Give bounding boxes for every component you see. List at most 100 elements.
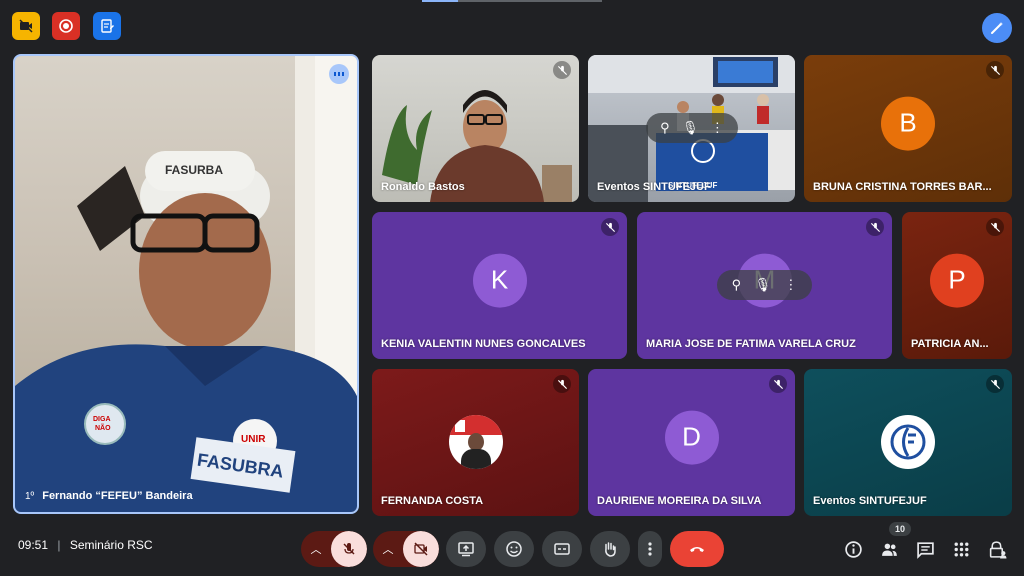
meeting-time: 09:51 bbox=[18, 538, 49, 552]
participant-name: Ronaldo Bastos bbox=[381, 181, 465, 193]
notes-badge[interactable] bbox=[93, 12, 121, 40]
recording-badge[interactable] bbox=[52, 12, 80, 40]
svg-text:FASURBA: FASURBA bbox=[165, 163, 223, 177]
pin-icon: 1º bbox=[25, 490, 35, 502]
mic-off-icon bbox=[990, 379, 1000, 389]
pin-icon[interactable]: ⚲ bbox=[732, 277, 742, 293]
microphone-toggle-button[interactable] bbox=[331, 531, 367, 567]
no-camera-icon bbox=[19, 19, 33, 33]
avatar: K bbox=[472, 253, 527, 308]
mic-off-icon bbox=[557, 379, 567, 389]
participant-name: MARIA JOSE DE FATIMA VARELA CRUZ bbox=[646, 338, 856, 350]
svg-text:UNIR: UNIR bbox=[241, 434, 266, 445]
meeting-name: Seminário RSC bbox=[69, 538, 153, 552]
magic-wand-icon bbox=[991, 22, 1003, 34]
avatar: P bbox=[930, 253, 984, 308]
mic-off-icon bbox=[773, 379, 783, 389]
notes-icon bbox=[101, 19, 114, 33]
activities-button[interactable] bbox=[946, 534, 976, 564]
participant-count-badge: 10 bbox=[889, 522, 911, 536]
host-controls-button[interactable] bbox=[982, 534, 1012, 564]
more-options-icon[interactable]: ⋮ bbox=[784, 277, 797, 293]
pin-icon[interactable]: ⚲ bbox=[660, 120, 670, 136]
participant-tile[interactable]: P PATRICIA AN... bbox=[902, 212, 1012, 359]
participant-tile[interactable]: Eventos SINTUFEJUF bbox=[804, 369, 1012, 516]
recording-icon bbox=[59, 19, 73, 33]
more-options-icon[interactable]: ⋮ bbox=[711, 120, 724, 136]
camera-off-badge[interactable] bbox=[12, 12, 40, 40]
lock-person-icon bbox=[989, 540, 1006, 558]
people-icon bbox=[881, 543, 897, 556]
hang-up-icon bbox=[690, 547, 704, 552]
avatar: B bbox=[881, 96, 935, 151]
camera-toggle-button[interactable] bbox=[403, 531, 439, 567]
tile-hover-controls[interactable]: ⚲ 🎙 ⋮ bbox=[717, 270, 812, 300]
reactions-button[interactable] bbox=[494, 531, 534, 567]
presenter-tile[interactable]: FASURBA DIGA NÃO UNIR FASUBRA 1º Fernand… bbox=[13, 54, 359, 514]
mic-off-indicator bbox=[986, 218, 1004, 236]
participant-tile[interactable]: K KENIA VALENTIN NUNES GONCALVES bbox=[372, 212, 627, 359]
mic-icon[interactable]: 🎙 bbox=[682, 120, 699, 136]
participant-name: BRUNA CRISTINA TORRES BAR... bbox=[813, 181, 992, 193]
mic-off-indicator bbox=[601, 218, 619, 236]
participant-tile[interactable]: FERNANDA COSTA bbox=[372, 369, 579, 516]
profile-photo bbox=[449, 415, 503, 469]
info-icon bbox=[844, 540, 862, 558]
participants-button[interactable] bbox=[874, 534, 904, 564]
presenter-label: 1º Fernando “FEFEU” Bandeira bbox=[25, 490, 193, 502]
chat-icon bbox=[916, 541, 934, 559]
present-screen-icon bbox=[458, 542, 474, 557]
camera-off-icon bbox=[414, 542, 428, 556]
mic-off-icon bbox=[557, 65, 567, 75]
sintufejuf-logo-icon bbox=[890, 424, 926, 460]
speaking-indicator bbox=[329, 64, 349, 84]
participant-tile[interactable]: SINTUFEJUF ⚲ 🎙 ⋮ Eventos SINTUFEJUF bbox=[588, 55, 795, 202]
raise-hand-button[interactable] bbox=[590, 531, 630, 567]
magic-wand-button[interactable] bbox=[982, 13, 1012, 43]
presenter-video-frame: FASURBA DIGA NÃO UNIR FASUBRA bbox=[15, 56, 357, 512]
mic-off-icon bbox=[990, 222, 1000, 232]
meeting-info: 09:51 | Seminário RSC bbox=[18, 538, 153, 552]
captions-button[interactable] bbox=[542, 531, 582, 567]
presenter-name: Fernando “FEFEU” Bandeira bbox=[42, 490, 193, 502]
participant-name: Eventos SINTUFEJUF bbox=[597, 181, 711, 193]
captions-icon bbox=[554, 543, 570, 555]
mic-icon[interactable]: 🎙 bbox=[755, 277, 772, 293]
participant-name: DAURIENE MOREIRA DA SILVA bbox=[597, 495, 762, 507]
chevron-up-icon[interactable]: ︿ bbox=[301, 531, 331, 567]
organization-logo bbox=[881, 415, 935, 469]
mic-off-indicator bbox=[986, 375, 1004, 393]
mic-off-icon bbox=[990, 65, 1000, 75]
hand-icon bbox=[605, 542, 616, 557]
mic-off-indicator bbox=[553, 61, 571, 79]
apps-grid-icon bbox=[954, 542, 968, 556]
svg-text:NÃO: NÃO bbox=[95, 423, 111, 432]
participant-name: PATRICIA AN... bbox=[911, 338, 989, 350]
separator: | bbox=[57, 538, 61, 552]
present-screen-button[interactable] bbox=[446, 531, 486, 567]
more-options-button[interactable] bbox=[638, 531, 662, 567]
chevron-up-icon[interactable]: ︿ bbox=[373, 531, 403, 567]
svg-text:DIGA: DIGA bbox=[93, 416, 111, 423]
participant-tile[interactable]: B BRUNA CRISTINA TORRES BAR... bbox=[804, 55, 1012, 202]
tile-hover-controls[interactable]: ⚲ 🎙 ⋮ bbox=[646, 113, 738, 143]
mic-off-indicator bbox=[553, 375, 571, 393]
camera-control[interactable]: ︿ bbox=[373, 531, 439, 567]
participant-name: KENIA VALENTIN NUNES GONCALVES bbox=[381, 338, 586, 350]
mic-off-icon bbox=[605, 222, 615, 232]
participant-tile[interactable]: D DAURIENE MOREIRA DA SILVA bbox=[588, 369, 795, 516]
participant-tile[interactable]: Ronaldo Bastos bbox=[372, 55, 579, 202]
meeting-details-button[interactable] bbox=[838, 534, 868, 564]
chat-button[interactable] bbox=[910, 534, 940, 564]
microphone-control[interactable]: ︿ bbox=[301, 531, 367, 567]
mic-off-indicator bbox=[986, 61, 1004, 79]
more-vert-icon bbox=[648, 542, 652, 556]
mic-off-indicator bbox=[769, 375, 787, 393]
mic-off-indicator bbox=[866, 218, 884, 236]
participant-tile[interactable]: M ⚲ 🎙 ⋮ MARIA JOSE DE FATIMA VARELA CRUZ bbox=[637, 212, 892, 359]
mic-off-icon bbox=[870, 222, 880, 232]
presentation-progress bbox=[422, 0, 602, 2]
emoji-icon bbox=[506, 541, 522, 557]
leave-call-button[interactable] bbox=[670, 531, 724, 567]
meeting-controls-bar: 09:51 | Seminário RSC ︿ ︿ bbox=[0, 520, 1024, 576]
